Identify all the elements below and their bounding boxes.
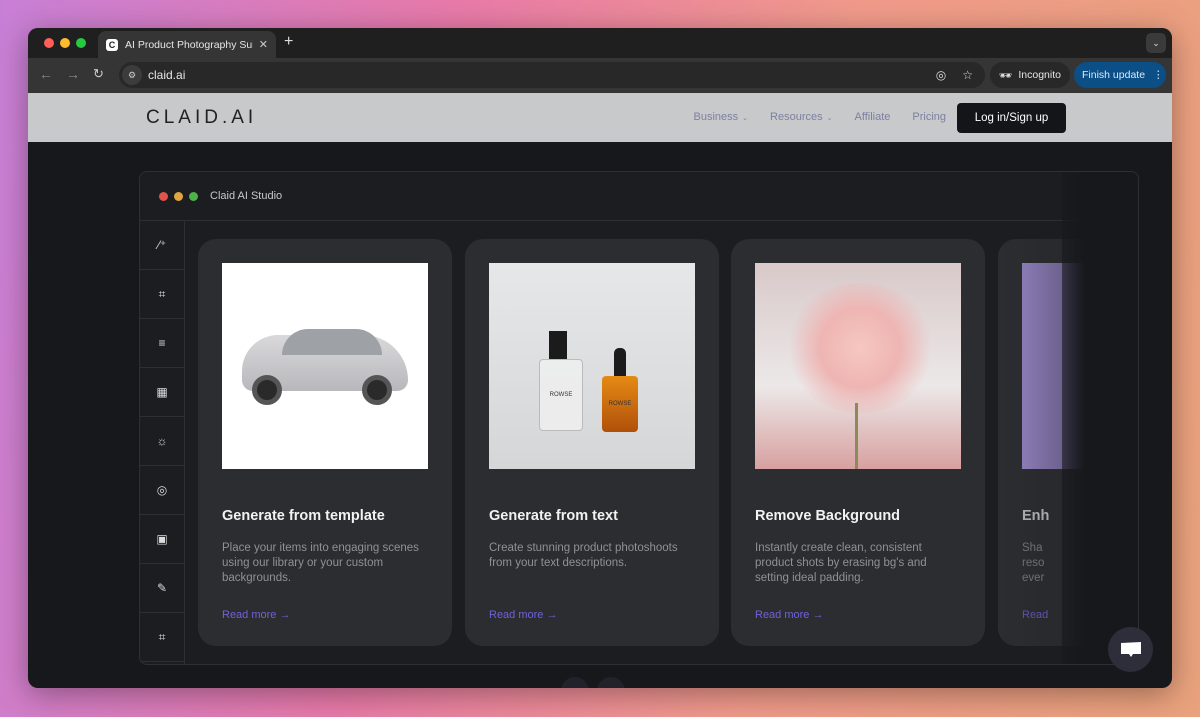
back-icon[interactable]: ← bbox=[39, 66, 53, 82]
card-description: Create stunning product photoshoots from… bbox=[489, 542, 678, 569]
nav-pricing[interactable]: Pricing bbox=[912, 111, 946, 123]
bottle-label: ROWSE bbox=[539, 359, 583, 431]
card-description: Instantly create clean, consistent produ… bbox=[755, 542, 927, 584]
feature-card[interactable]: Enh Sha reso ever Read bbox=[998, 239, 1138, 646]
maximize-window-button[interactable] bbox=[76, 38, 86, 48]
forward-icon[interactable]: → bbox=[66, 66, 80, 82]
magic-wand-icon[interactable]: ⁄⁺ bbox=[140, 221, 184, 270]
crop-icon[interactable]: ⌗ bbox=[140, 270, 184, 319]
green-dot-icon bbox=[189, 191, 198, 201]
next-slide-button[interactable] bbox=[597, 677, 625, 688]
bottles-image: ROWSE ROWSE bbox=[489, 263, 695, 469]
brightness-icon[interactable]: ☼ bbox=[140, 417, 184, 466]
card-description: Sha reso ever bbox=[1022, 542, 1045, 584]
card-title: Remove Background bbox=[755, 508, 901, 524]
tab-title: AI Product Photography Suite bbox=[125, 38, 253, 51]
browser-window: C AI Product Photography Suite ✕ + ⌄ ← →… bbox=[28, 28, 1172, 688]
feature-card[interactable]: Remove Background Instantly create clean… bbox=[731, 239, 985, 646]
chat-icon bbox=[1120, 641, 1141, 657]
read-more-link[interactable]: Read more → bbox=[489, 609, 557, 621]
chat-button[interactable] bbox=[1108, 627, 1153, 672]
pen-sparkle-icon[interactable]: ✎ bbox=[140, 564, 184, 613]
read-more-link[interactable]: Read bbox=[1022, 609, 1048, 621]
nav-label: Resources bbox=[770, 111, 823, 123]
more-icon[interactable]: ⋮ bbox=[1153, 69, 1164, 81]
minimize-window-button[interactable] bbox=[60, 38, 70, 48]
bookmark-star-icon[interactable]: ☆ bbox=[962, 68, 973, 82]
reload-icon[interactable]: ↻ bbox=[93, 66, 104, 82]
nav-resources[interactable]: Resources ⌄ bbox=[770, 111, 832, 123]
browser-toolbar: ← → ↻ ⚙ claid.ai ◎ ☆ 🕶 Incognito Finish up… bbox=[28, 58, 1172, 93]
yellow-dot-icon bbox=[174, 191, 183, 201]
tab-bar: C AI Product Photography Suite ✕ + ⌄ bbox=[28, 28, 1172, 58]
card-title: Generate from template bbox=[222, 508, 385, 524]
site-info-icon[interactable]: ⚙ bbox=[122, 65, 142, 85]
tab-active[interactable]: C AI Product Photography Suite ✕ bbox=[98, 31, 276, 58]
enhance-image bbox=[1022, 263, 1138, 469]
address-bar[interactable]: ⚙ claid.ai ◎ ☆ bbox=[119, 62, 985, 88]
card-title: Enh bbox=[1022, 508, 1050, 524]
chevron-down-icon: ⌄ bbox=[826, 115, 833, 122]
incognito-button[interactable]: 🕶 Incognito bbox=[990, 62, 1070, 88]
feature-card[interactable]: ROWSE ROWSE Generate from text Create st… bbox=[465, 239, 719, 646]
login-signup-button[interactable]: Log in/Sign up bbox=[957, 103, 1066, 133]
new-tab-button[interactable]: + bbox=[284, 33, 293, 51]
site-header: CLAID.AI Business ⌄ Resources ⌄ Affiliate … bbox=[28, 93, 1172, 142]
car-image bbox=[222, 263, 428, 469]
image-add-icon[interactable]: ▣ bbox=[140, 515, 184, 564]
sliders-icon[interactable]: ≡ bbox=[140, 319, 184, 368]
favicon-icon: C bbox=[106, 38, 118, 51]
nav-business[interactable]: Business ⌄ bbox=[694, 111, 749, 123]
main-nav: Business ⌄ Resources ⌄ Affiliate Pricing bbox=[694, 111, 946, 123]
studio-titlebar: Claid AI Studio bbox=[140, 172, 1138, 221]
finish-update-label: Finish update bbox=[1082, 69, 1146, 81]
studio-window: Claid AI Studio ⁄⁺ ⌗ ≡ ▦ ☼ ◎ ▣ ✎ ⌗ Gener… bbox=[139, 171, 1139, 665]
url-text: claid.ai bbox=[148, 68, 186, 82]
logo[interactable]: CLAID.AI bbox=[146, 107, 257, 129]
flower-image bbox=[755, 263, 961, 469]
blend-icon[interactable]: ◎ bbox=[140, 466, 184, 515]
card-title: Generate from text bbox=[489, 508, 618, 524]
incognito-icon: 🕶 bbox=[999, 69, 1013, 82]
chevron-down-icon: ⌄ bbox=[742, 115, 749, 122]
close-tab-icon[interactable]: ✕ bbox=[259, 38, 268, 51]
card-description: Place your items into engaging scenes us… bbox=[222, 542, 419, 584]
tool-sidebar: ⁄⁺ ⌗ ≡ ▦ ☼ ◎ ▣ ✎ ⌗ bbox=[140, 221, 185, 664]
eye-off-icon[interactable]: ◎ bbox=[936, 68, 946, 82]
close-window-button[interactable] bbox=[44, 38, 54, 48]
crop-sparkle-icon[interactable]: ⌗ bbox=[140, 613, 184, 662]
studio-title: Claid AI Studio bbox=[210, 190, 283, 202]
prev-slide-button[interactable] bbox=[561, 677, 589, 688]
read-more-link[interactable]: Read more → bbox=[755, 609, 823, 621]
incognito-label: Incognito bbox=[1018, 69, 1061, 81]
red-dot-icon bbox=[159, 191, 168, 201]
bottle-label: ROWSE bbox=[602, 376, 638, 432]
transparency-icon[interactable]: ▦ bbox=[140, 368, 184, 417]
feature-card[interactable]: Generate from template Place your items … bbox=[198, 239, 452, 646]
nav-affiliate[interactable]: Affiliate bbox=[855, 111, 891, 123]
finish-update-button[interactable]: Finish update ⋮ bbox=[1074, 62, 1166, 88]
read-more-link[interactable]: Read more → bbox=[222, 609, 290, 621]
tab-search-button[interactable]: ⌄ bbox=[1146, 33, 1166, 53]
nav-label: Business bbox=[693, 111, 739, 123]
